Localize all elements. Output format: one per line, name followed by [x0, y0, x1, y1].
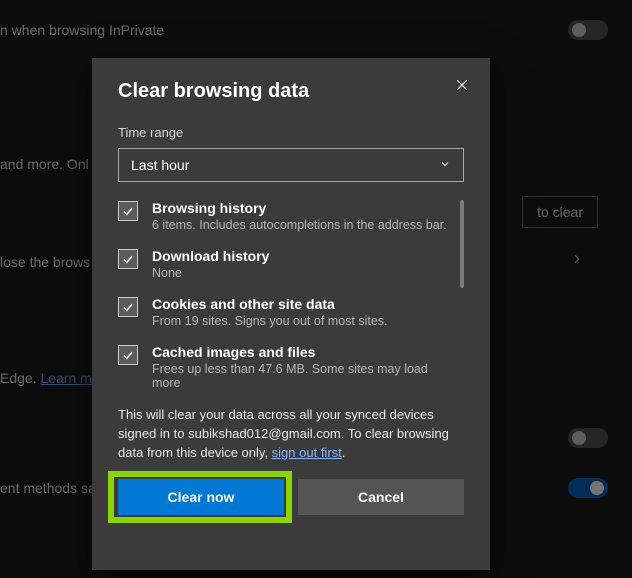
time-range-label: Time range	[118, 125, 464, 140]
cancel-label: Cancel	[358, 489, 404, 505]
sync-note-suffix: .	[342, 445, 346, 460]
checkbox-download-history[interactable]	[118, 249, 138, 269]
button-row: Clear now Cancel	[118, 479, 464, 515]
option-cached-images: Cached images and files Frees up less th…	[118, 344, 464, 390]
option-subtitle: None	[152, 266, 454, 280]
option-cookies: Cookies and other site data From 19 site…	[118, 296, 464, 328]
time-range-value: Last hour	[131, 157, 189, 173]
option-subtitle: From 19 sites. Signs you out of most sit…	[152, 314, 454, 328]
time-range-select[interactable]: Last hour	[118, 148, 464, 182]
option-title: Cookies and other site data	[152, 296, 454, 312]
option-title: Download history	[152, 248, 454, 264]
options-list: Browsing history 6 items. Includes autoc…	[118, 200, 464, 390]
close-icon	[455, 78, 469, 95]
sign-out-link[interactable]: sign out first	[272, 445, 342, 460]
option-download-history: Download history None	[118, 248, 464, 280]
checkbox-cookies[interactable]	[118, 297, 138, 317]
chevron-down-icon	[439, 157, 451, 173]
option-subtitle: Frees up less than 47.6 MB. Some sites m…	[152, 362, 454, 390]
option-title: Cached images and files	[152, 344, 454, 360]
checkbox-cached-images[interactable]	[118, 345, 138, 365]
checkbox-browsing-history[interactable]	[118, 201, 138, 221]
clear-now-label: Clear now	[168, 489, 235, 505]
option-browsing-history: Browsing history 6 items. Includes autoc…	[118, 200, 464, 232]
scrollbar-thumb[interactable]	[460, 200, 464, 288]
option-subtitle: 6 items. Includes autocompletions in the…	[152, 218, 454, 232]
clear-browsing-data-dialog: Clear browsing data Time range Last hour…	[92, 58, 490, 570]
option-title: Browsing history	[152, 200, 454, 216]
clear-now-button[interactable]: Clear now	[118, 479, 284, 515]
close-button[interactable]	[450, 74, 474, 98]
dialog-title: Clear browsing data	[118, 80, 464, 103]
sync-note: This will clear your data across all you…	[118, 406, 464, 463]
cancel-button[interactable]: Cancel	[298, 479, 464, 515]
